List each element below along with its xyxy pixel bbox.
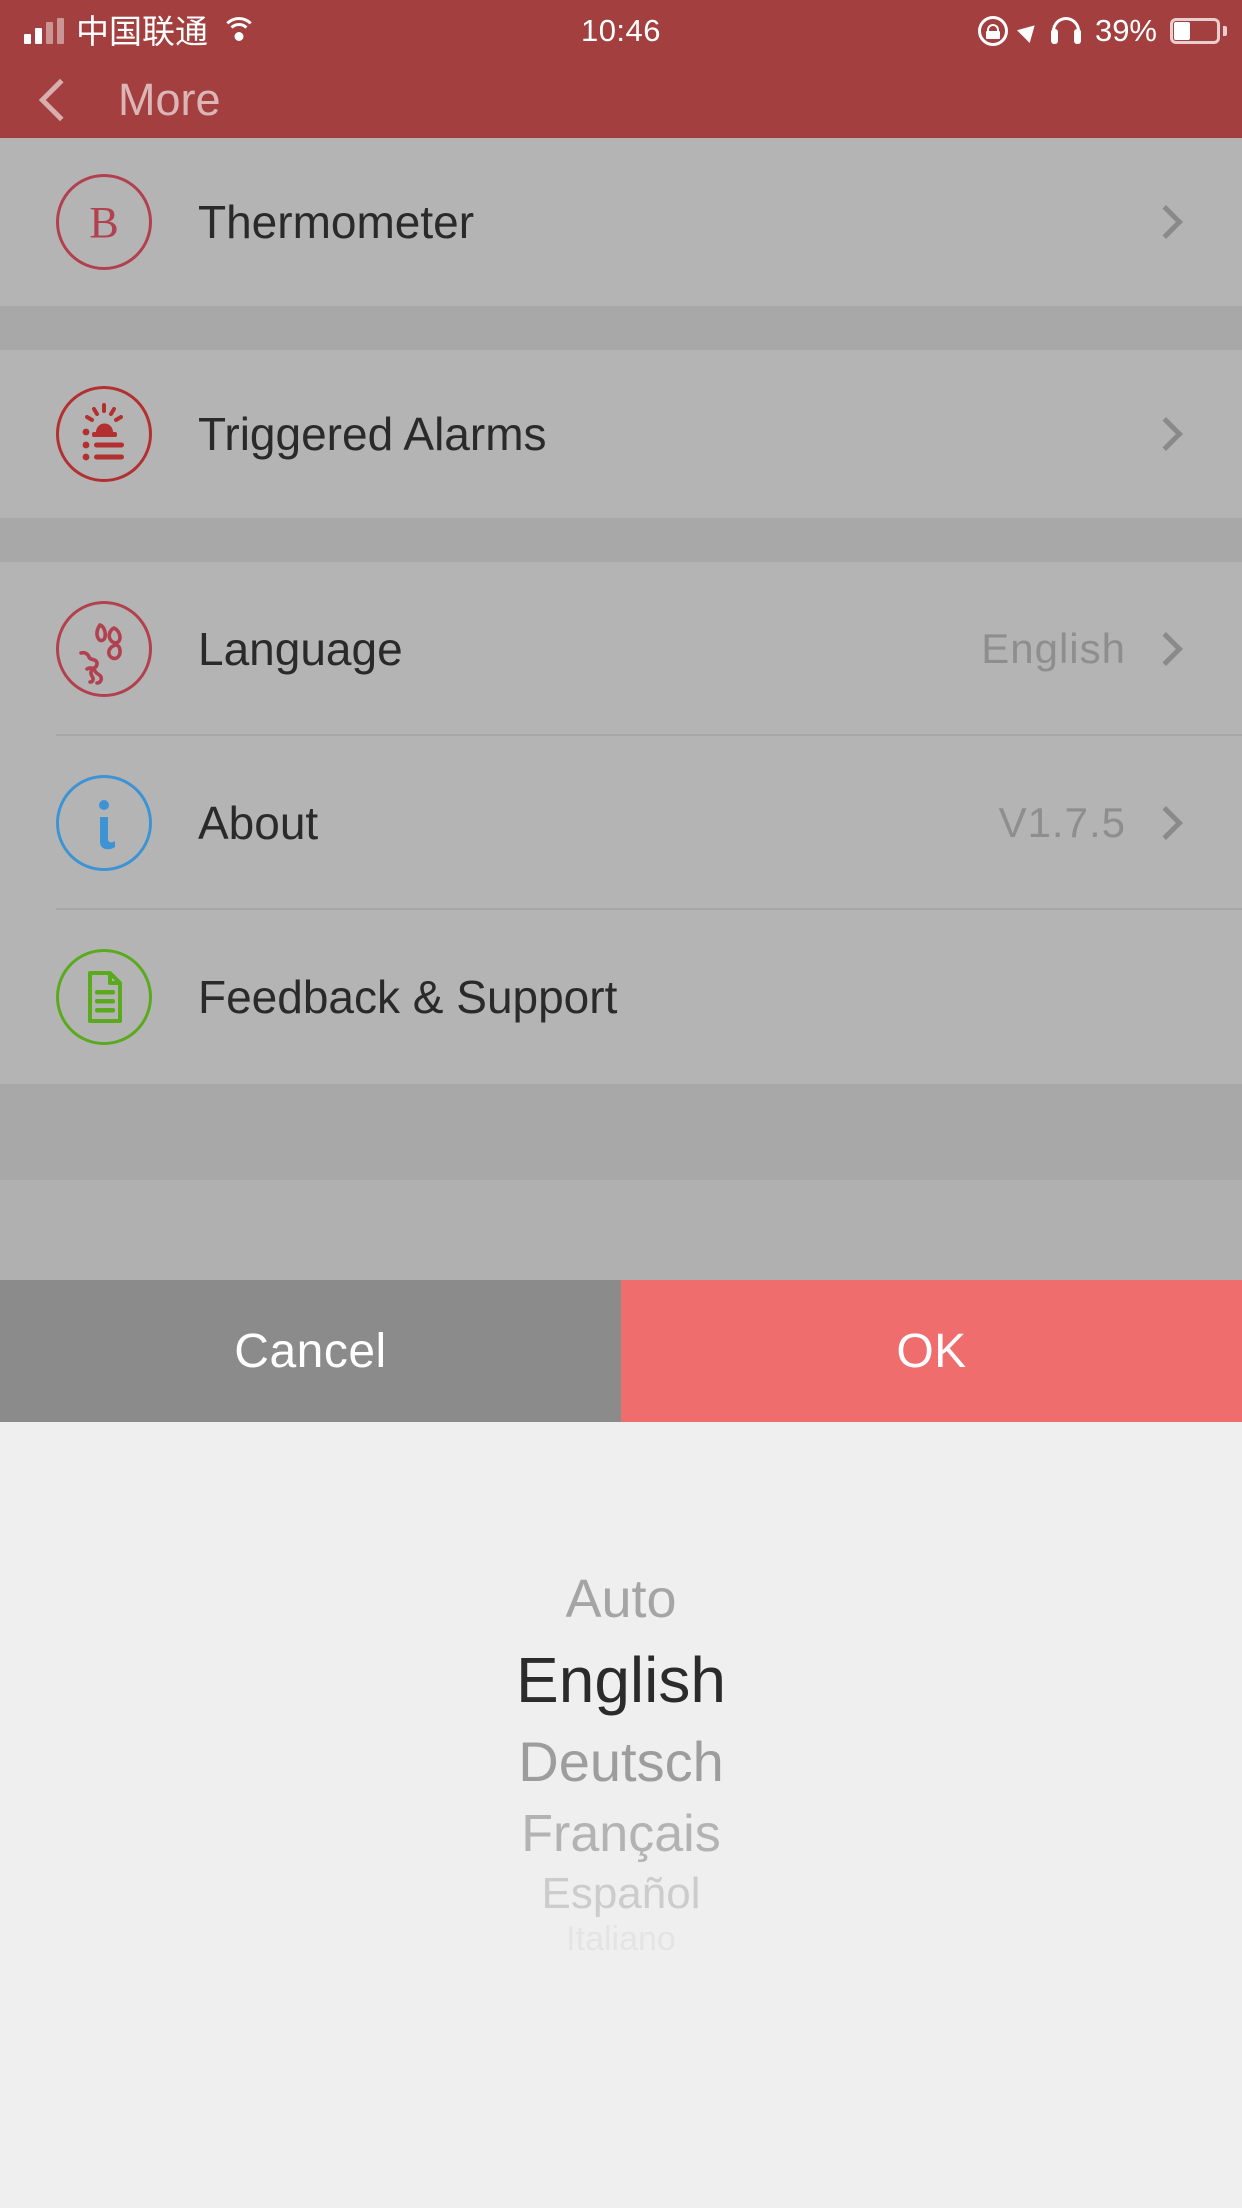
chevron-left-icon	[38, 78, 82, 122]
location-arrow-icon	[1016, 18, 1041, 44]
picker-wheel[interactable]: Auto English Deutsch Français Español It…	[0, 1572, 1242, 1956]
picker-option[interactable]: Deutsch	[0, 1734, 1242, 1790]
rotation-lock-icon	[977, 16, 1008, 46]
settings-row-label: Thermometer	[198, 196, 475, 248]
settings-row-language[interactable]: Language English	[0, 562, 1242, 736]
settings-row-about[interactable]: About V1.7.5	[0, 736, 1242, 910]
battery-icon	[1170, 18, 1227, 44]
navigation-bar: More	[0, 62, 1242, 138]
document-icon	[56, 949, 152, 1045]
settings-row-thermometer[interactable]: B Thermometer	[0, 138, 1242, 306]
settings-row-label: Feedback & Support	[198, 971, 618, 1023]
headphones-icon	[1050, 17, 1082, 45]
info-icon	[56, 775, 152, 871]
settings-group-1: B Thermometer	[0, 138, 1242, 306]
picker-option[interactable]: Français	[0, 1808, 1242, 1860]
picker-option[interactable]: Italiano	[0, 1922, 1242, 1956]
settings-group-2: Triggered Alarms	[0, 350, 1242, 518]
language-picker[interactable]: Auto English Deutsch Français Español It…	[0, 1422, 1242, 2208]
group-separator	[0, 518, 1242, 562]
cancel-button[interactable]: Cancel	[0, 1280, 621, 1422]
settings-group-3: Language English About V1.7.5 Feedback &…	[0, 562, 1242, 1084]
bottom-filler	[0, 1084, 1242, 1180]
settings-row-value: V1.7.5	[998, 799, 1126, 846]
chevron-right-icon	[1149, 632, 1183, 666]
page-title: More	[118, 74, 221, 125]
action-bar: Cancel OK	[0, 1280, 1242, 1422]
settings-row-label: About	[198, 797, 319, 849]
picker-option[interactable]: Español	[0, 1872, 1242, 1916]
globe-icon	[56, 601, 152, 697]
chevron-right-icon	[1149, 417, 1183, 451]
chevron-right-icon	[1149, 205, 1183, 239]
chevron-right-icon	[1149, 806, 1183, 840]
settings-row-value: English	[981, 625, 1126, 672]
settings-row-label: Triggered Alarms	[198, 408, 547, 460]
alarm-list-icon	[56, 386, 152, 482]
settings-row-feedback-support[interactable]: Feedback & Support	[0, 910, 1242, 1084]
settings-list: B Thermometer Triggered Alarms Language …	[0, 138, 1242, 1280]
thermometer-b-icon: B	[56, 174, 152, 270]
back-button[interactable]	[12, 62, 108, 138]
app-root: 中国联通 10:46 39% More B Thermometer Trigge…	[0, 0, 1242, 2208]
battery-percent-label: 39%	[1094, 13, 1157, 48]
settings-row-label: Language	[198, 623, 403, 675]
ok-button[interactable]: OK	[621, 1280, 1242, 1422]
group-separator	[0, 306, 1242, 350]
status-bar-right: 39%	[977, 0, 1227, 62]
picker-option[interactable]: Auto	[0, 1572, 1242, 1626]
picker-option-selected[interactable]: English	[0, 1648, 1242, 1712]
settings-row-triggered-alarms[interactable]: Triggered Alarms	[0, 350, 1242, 518]
status-bar: 中国联通 10:46 39%	[0, 0, 1242, 62]
